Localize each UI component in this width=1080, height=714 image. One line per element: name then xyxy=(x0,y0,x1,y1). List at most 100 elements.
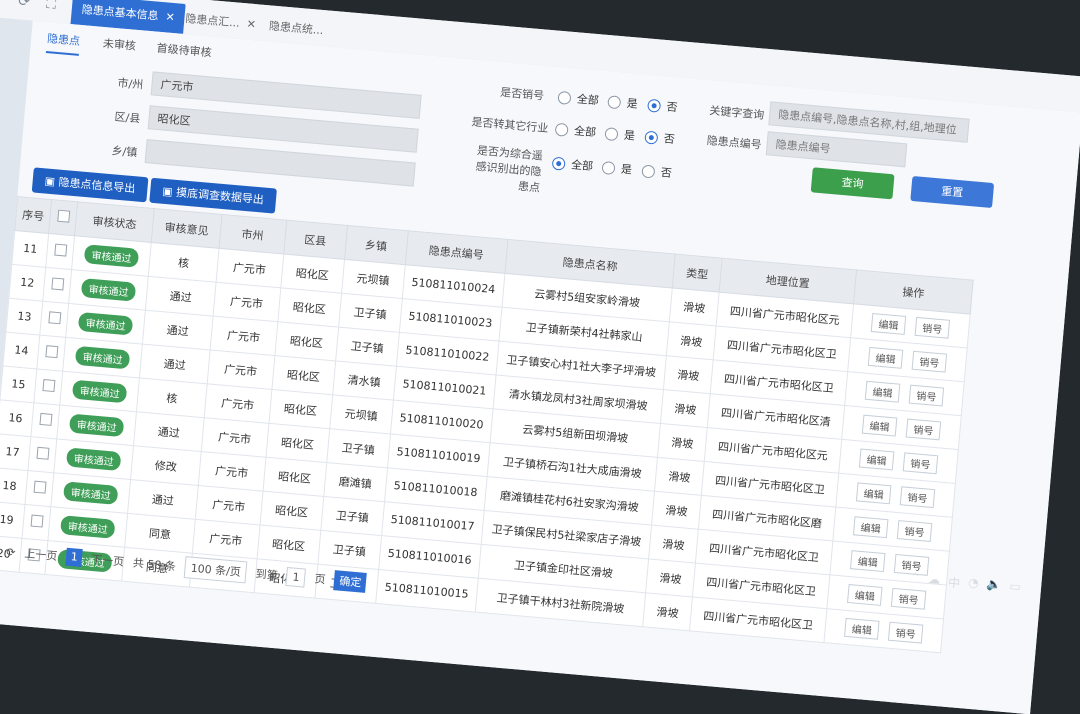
county-cell: 昭化区 xyxy=(280,253,345,294)
col-county[interactable]: 区县 xyxy=(283,220,348,260)
edit-button[interactable]: 编辑 xyxy=(853,516,889,539)
cancel-button[interactable]: 销号 xyxy=(902,452,939,475)
row-checkbox[interactable] xyxy=(42,267,72,304)
radio-all[interactable]: 全部 xyxy=(557,89,599,109)
row-checkbox[interactable] xyxy=(39,301,69,338)
row-checkbox[interactable] xyxy=(25,470,54,507)
current-page[interactable]: 1 xyxy=(65,547,84,568)
edit-button[interactable]: 编辑 xyxy=(847,584,883,606)
row-no: 18 xyxy=(0,467,29,505)
town-cell: 卫子镇 xyxy=(326,428,391,468)
city-cell: 广元市 xyxy=(197,451,266,492)
cancel-button[interactable]: 销号 xyxy=(890,587,927,610)
review-opinion: 通过 xyxy=(142,310,213,350)
town-cell: 卫子镇 xyxy=(320,496,385,536)
export-icon: ▣ xyxy=(161,184,177,199)
county-cell: 昭化区 xyxy=(277,287,342,328)
close-icon[interactable]: ✕ xyxy=(246,17,256,31)
radio-no[interactable]: 否 xyxy=(647,97,678,116)
county-cell: 昭化区 xyxy=(262,457,327,497)
code-label: 隐患点编号 xyxy=(706,133,763,152)
row-checkbox[interactable] xyxy=(33,368,63,406)
query-button[interactable]: 查询 xyxy=(810,167,895,200)
radio-all-2[interactable]: 全部 xyxy=(554,121,597,141)
subtab-unreviewed[interactable]: 未审核 xyxy=(102,35,136,54)
chevron-up-icon[interactable]: ⌃ xyxy=(909,570,921,588)
export-survey-button[interactable]: ▣ 摸底调查数据导出 xyxy=(149,177,277,214)
type-cell: 滑坡 xyxy=(669,288,719,326)
radio-yes[interactable]: 是 xyxy=(607,93,638,112)
edit-button[interactable]: 编辑 xyxy=(864,380,901,403)
row-checkbox[interactable] xyxy=(30,402,60,439)
county-cell: 昭化区 xyxy=(259,491,324,531)
review-opinion: 通过 xyxy=(133,411,204,452)
radio-yes-3[interactable]: 是 xyxy=(601,159,632,178)
remote-sensing-question: 是否为综合遥感识别出的隐患点 xyxy=(475,143,544,195)
town-cell: 清水镇 xyxy=(332,360,397,401)
subtab-hidden-points[interactable]: 隐患点 xyxy=(45,30,81,56)
next-page-button[interactable]: 下一页 xyxy=(90,551,125,570)
row-no: 14 xyxy=(2,332,40,369)
county-cell: 昭化区 xyxy=(268,389,333,429)
town-cell: 卫子镇 xyxy=(335,327,399,367)
town-label: 乡/镇 xyxy=(111,144,138,160)
radio-yes-2[interactable]: 是 xyxy=(604,125,635,144)
county-cell: 昭化区 xyxy=(265,423,330,463)
row-checkbox[interactable] xyxy=(28,436,57,473)
row-no: 13 xyxy=(5,298,43,336)
cancel-button[interactable]: 销号 xyxy=(911,350,948,373)
edit-button[interactable]: 编辑 xyxy=(844,617,880,640)
refresh-icon[interactable]: ⟳ xyxy=(6,545,16,559)
radio-no-2[interactable]: 否 xyxy=(644,129,675,148)
cancel-button[interactable]: 销号 xyxy=(896,520,933,542)
export-points-button[interactable]: ▣ 隐患点信息导出 xyxy=(31,167,149,203)
cancel-button[interactable]: 销号 xyxy=(905,418,942,441)
col-town[interactable]: 乡镇 xyxy=(344,225,408,265)
close-icon[interactable]: ✕ xyxy=(165,10,175,24)
type-cell: 滑坡 xyxy=(642,592,693,631)
type-cell: 滑坡 xyxy=(654,457,705,496)
row-checkbox[interactable] xyxy=(45,233,75,270)
edit-button[interactable]: 编辑 xyxy=(855,482,892,505)
edit-button[interactable]: 编辑 xyxy=(861,414,898,437)
volume-icon[interactable]: 🔈 xyxy=(986,577,1002,595)
code-cell: 510811010015 xyxy=(375,569,479,613)
wifi-icon[interactable]: ◔ xyxy=(967,575,980,593)
city-cell: 广元市 xyxy=(206,349,275,390)
refresh-icon[interactable]: ⟳ xyxy=(18,0,35,11)
cloud-icon[interactable]: ☁ xyxy=(927,572,941,590)
row-checkbox[interactable] xyxy=(36,335,66,372)
fullscreen-icon[interactable]: ⛶ xyxy=(45,0,62,13)
col-select[interactable] xyxy=(48,199,78,236)
type-cell: 滑坡 xyxy=(657,423,708,462)
reset-button[interactable]: 重置 xyxy=(910,176,995,209)
prev-page-button[interactable]: 上一页 xyxy=(24,545,58,564)
cancel-button[interactable]: 销号 xyxy=(908,384,945,407)
select-all-checkbox[interactable] xyxy=(56,209,70,223)
review-opinion: 同意 xyxy=(125,513,195,554)
battery-icon[interactable]: ▭ xyxy=(1009,579,1022,597)
county-cell: 昭化区 xyxy=(271,355,336,395)
edit-button[interactable]: 编辑 xyxy=(858,448,895,471)
col-type[interactable]: 类型 xyxy=(672,254,722,293)
goto-input[interactable]: 1 xyxy=(285,566,307,588)
page-unit: 页 xyxy=(313,572,327,587)
row-checkbox[interactable] xyxy=(22,504,51,541)
subtab-first-review[interactable]: 首级待审核 xyxy=(156,40,212,61)
cancel-button[interactable]: 销号 xyxy=(914,316,951,339)
radio-all-3[interactable]: 全部 xyxy=(551,155,594,175)
cancel-button[interactable]: 销号 xyxy=(887,621,924,644)
input-method-icon[interactable]: 中 xyxy=(947,574,960,592)
goto-confirm-button[interactable]: 确定 xyxy=(333,570,368,593)
row-no: 16 xyxy=(0,399,34,437)
edit-button[interactable]: 编辑 xyxy=(850,550,886,573)
col-city[interactable]: 市州 xyxy=(218,214,287,254)
cancel-button[interactable]: 销号 xyxy=(899,486,936,509)
main-content: 隐患点 未审核 首级待审核 市/州 广元市 区/县 昭化区 乡/镇 是否销号 全… xyxy=(0,20,1080,714)
col-no: 序号 xyxy=(14,196,52,234)
city-cell: 广元市 xyxy=(203,383,272,424)
type-cell: 滑坡 xyxy=(666,321,716,360)
radio-no-3[interactable]: 否 xyxy=(641,162,672,181)
edit-button[interactable]: 编辑 xyxy=(867,346,904,369)
edit-button[interactable]: 编辑 xyxy=(870,313,907,335)
